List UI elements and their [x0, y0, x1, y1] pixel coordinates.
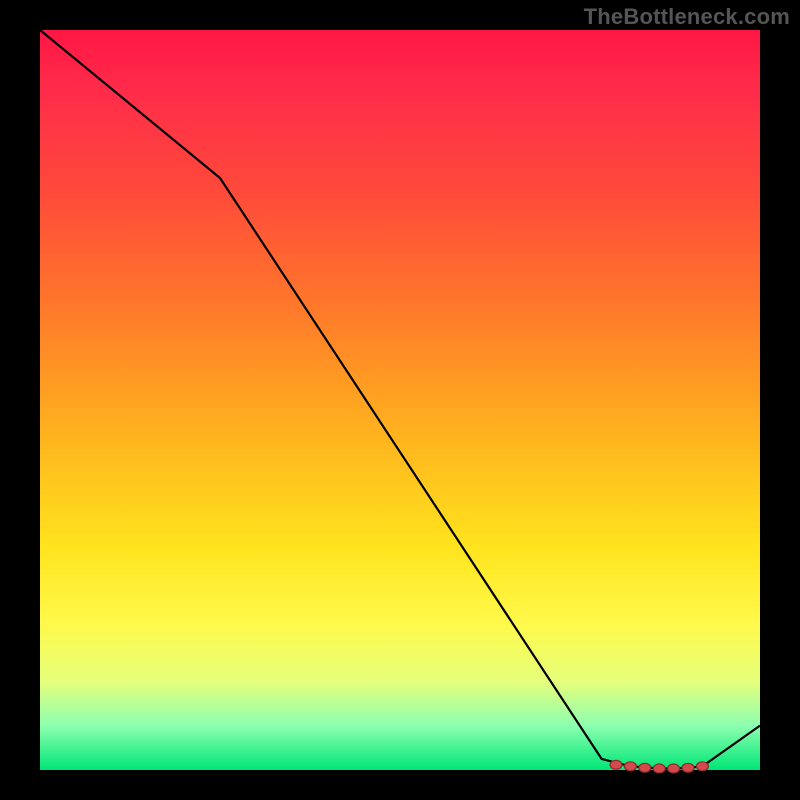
chart-marker [653, 764, 665, 773]
chart-line [40, 30, 760, 769]
chart-marker [624, 762, 636, 771]
chart-marker [668, 764, 680, 773]
attribution-label: TheBottleneck.com [584, 4, 790, 30]
chart-marker [696, 762, 708, 771]
chart-frame: TheBottleneck.com [0, 0, 800, 800]
chart-marker [639, 763, 651, 772]
chart-marker [682, 763, 694, 772]
chart-overlay-svg [40, 30, 760, 770]
chart-marker [610, 760, 622, 769]
chart-markers [610, 760, 708, 773]
